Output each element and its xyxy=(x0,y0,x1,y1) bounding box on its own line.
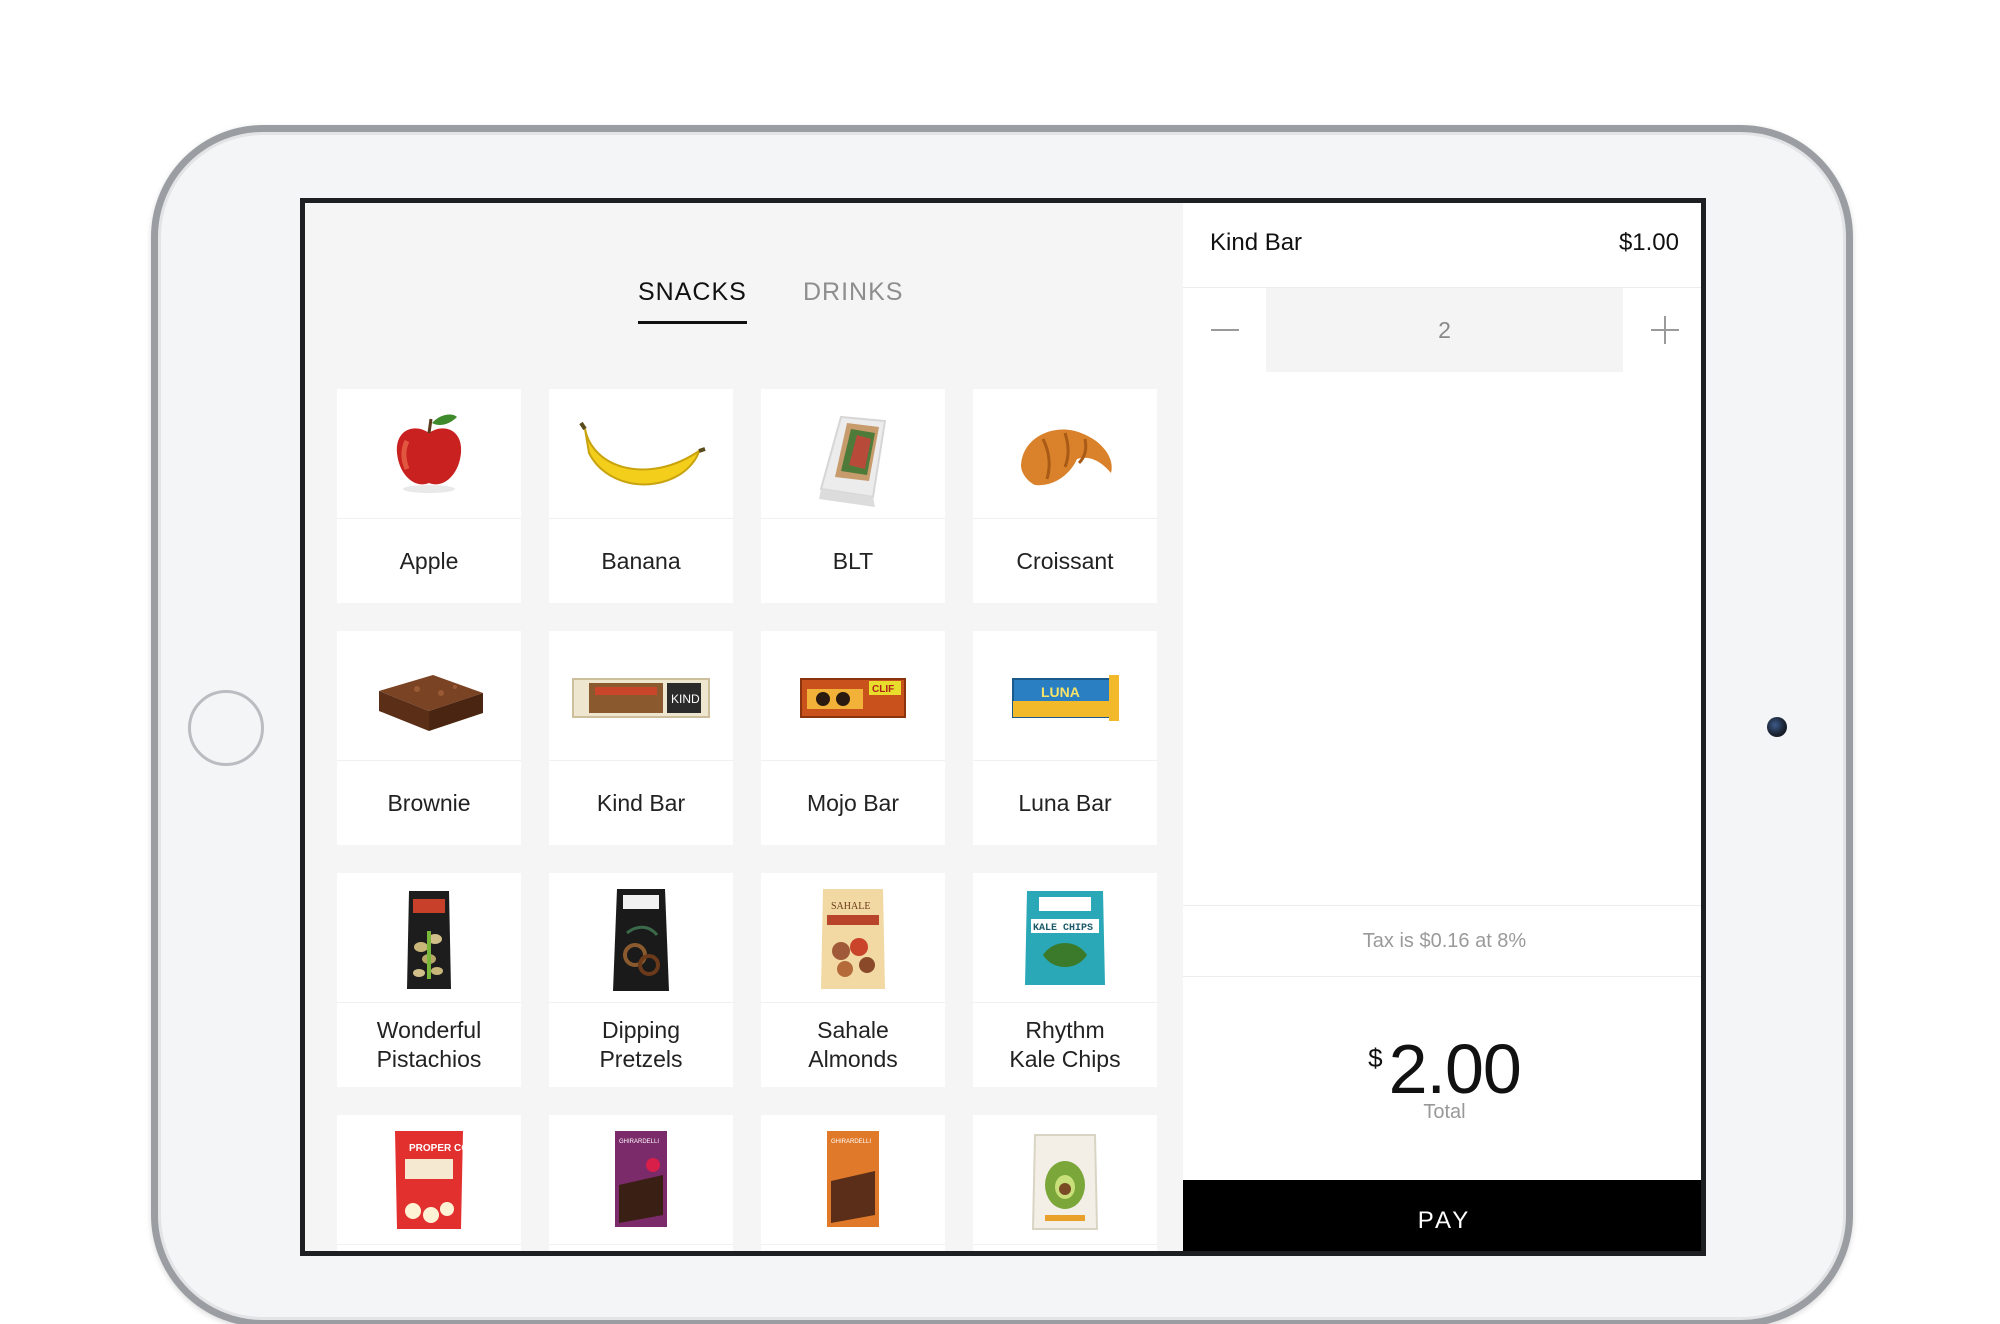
tab-drinks[interactable]: DRINKS xyxy=(803,278,903,321)
home-button[interactable] xyxy=(188,690,264,766)
tab-snacks[interactable]: SNACKS xyxy=(638,278,747,324)
product-image: GHIRARDELLI xyxy=(549,1115,733,1245)
product-image: PROPER CORN xyxy=(337,1115,521,1245)
total-label: Total xyxy=(1423,1101,1466,1123)
product-label xyxy=(549,1245,733,1251)
luna-bar-icon: LUNA xyxy=(1012,675,1119,721)
product-card-luna-bar[interactable]: LUNA Luna Bar xyxy=(973,631,1157,845)
product-card-rhythm[interactable]: KALE CHIPS Rhythm Kale Chips xyxy=(973,873,1157,1087)
minus-icon xyxy=(1210,329,1239,331)
brownie-icon xyxy=(379,675,483,731)
sahale-wrapper-text: SAHALE xyxy=(831,901,870,912)
camera-icon xyxy=(1767,717,1787,737)
product-label: Kind Bar xyxy=(596,789,686,816)
product-label: Apple xyxy=(399,547,459,574)
almonds-bag-icon: SAHALE xyxy=(821,889,885,989)
chocolate-raspberry-icon: GHIRARDELLI xyxy=(615,1131,667,1227)
total-amount: $2.00 xyxy=(1183,1029,1701,1109)
plus-icon xyxy=(1650,316,1679,344)
product-image xyxy=(337,389,521,519)
product-image xyxy=(973,389,1157,519)
product-image xyxy=(549,873,733,1003)
pistachios-bag-icon xyxy=(407,891,451,989)
product-image: KALE CHIPS xyxy=(973,873,1157,1003)
product-image xyxy=(337,873,521,1003)
product-label: Rhythm Kale Chips xyxy=(1009,1017,1121,1072)
product-label: Dipping Pretzels xyxy=(599,1017,683,1072)
product-image: CLIF xyxy=(761,631,945,761)
quantity-value: 2 xyxy=(1266,288,1623,372)
banana-icon xyxy=(579,421,706,486)
product-label: Banana xyxy=(601,547,681,574)
pos-screen: SNACKS DRINKS Apple Banana BLT Croissant… xyxy=(300,198,1706,1256)
product-card-mojo-bar[interactable]: CLIF Mojo Bar xyxy=(761,631,945,845)
product-label: Wonderful Pistachios xyxy=(376,1017,482,1072)
product-label xyxy=(337,1245,521,1251)
product-label: Mojo Bar xyxy=(806,789,900,816)
croissant-icon xyxy=(1021,429,1112,486)
tax-info: Tax is $0.16 at 8% xyxy=(1183,905,1701,977)
popcorn-bag-icon: PROPER CORN xyxy=(395,1131,483,1229)
product-card-croissant[interactable]: Croissant xyxy=(973,389,1157,603)
product-label: Brownie xyxy=(387,789,471,816)
pretzels-bag-icon xyxy=(613,889,669,991)
kale-wrapper-text: KALE CHIPS xyxy=(1033,923,1093,934)
currency-symbol: $ xyxy=(1368,1043,1383,1073)
product-card-blt[interactable]: BLT xyxy=(761,389,945,603)
popcorn-wrapper-text: PROPER CORN xyxy=(409,1143,483,1154)
product-image: LUNA xyxy=(973,631,1157,761)
product-card-avocado[interactable] xyxy=(973,1115,1157,1251)
kind-bar-icon: KIND xyxy=(572,678,710,718)
product-image xyxy=(973,1115,1157,1245)
avocado-bag-icon xyxy=(1031,1134,1099,1230)
product-label xyxy=(973,1245,1157,1251)
luna-wrapper-text: LUNA xyxy=(1041,684,1080,700)
decrease-quantity-button[interactable] xyxy=(1183,288,1266,372)
product-image xyxy=(549,389,733,519)
product-card-chocolate-caramel[interactable]: GHIRARDELLI xyxy=(761,1115,945,1251)
order-item-price: $1.00 xyxy=(1618,229,1679,256)
clif-wrapper-text: CLIF xyxy=(872,684,894,695)
product-card-pistachios[interactable]: Wonderful Pistachios xyxy=(337,873,521,1087)
product-card-banana[interactable]: Banana xyxy=(549,389,733,603)
product-label xyxy=(761,1245,945,1251)
total-value: 2.00 xyxy=(1388,1030,1522,1108)
chocolate-caramel-icon: GHIRARDELLI xyxy=(827,1131,879,1227)
product-card-pretzels[interactable]: Dipping Pretzels xyxy=(549,873,733,1087)
product-card-popcorn[interactable]: PROPER CORN xyxy=(337,1115,521,1251)
apple-icon xyxy=(396,414,462,493)
increase-quantity-button[interactable] xyxy=(1623,288,1701,372)
product-card-apple[interactable]: Apple xyxy=(337,389,521,603)
product-panel: SNACKS DRINKS Apple Banana BLT Croissant… xyxy=(305,203,1183,1251)
product-label: BLT xyxy=(832,547,874,574)
product-image xyxy=(761,389,945,519)
kind-wrapper-text: KIND xyxy=(671,692,700,706)
product-image: KIND xyxy=(549,631,733,761)
product-image: SAHALE xyxy=(761,873,945,1003)
product-card-brownie[interactable]: Brownie xyxy=(337,631,521,845)
ghirardelli-wrapper-text-1: GHIRARDELLI xyxy=(619,1139,659,1145)
product-label: Luna Bar xyxy=(1018,789,1112,816)
mojo-bar-icon: CLIF xyxy=(800,678,906,718)
ghirardelli-wrapper-text-2: GHIRARDELLI xyxy=(831,1139,871,1145)
product-card-kind-bar[interactable]: KIND Kind Bar xyxy=(549,631,733,845)
product-card-sahale[interactable]: SAHALE Sahale Almonds xyxy=(761,873,945,1087)
order-line-item[interactable]: Kind Bar $1.00 xyxy=(1183,203,1701,288)
quantity-stepper: 2 xyxy=(1183,288,1701,372)
sandwich-icon xyxy=(819,415,887,507)
product-label: Sahale Almonds xyxy=(808,1017,898,1072)
order-item-name: Kind Bar xyxy=(1210,229,1303,256)
order-panel: Kind Bar $1.00 2 Tax is $0.16 at 8% $2.0… xyxy=(1183,203,1701,1251)
product-image: GHIRARDELLI xyxy=(761,1115,945,1245)
product-card-chocolate-raspberry[interactable]: GHIRARDELLI xyxy=(549,1115,733,1251)
product-label: Croissant xyxy=(1016,547,1114,574)
category-tabs: SNACKS DRINKS xyxy=(305,278,1183,338)
product-image xyxy=(337,631,521,761)
kale-chips-bag-icon: KALE CHIPS xyxy=(1025,891,1105,985)
pay-button[interactable]: PAY xyxy=(1183,1180,1701,1251)
